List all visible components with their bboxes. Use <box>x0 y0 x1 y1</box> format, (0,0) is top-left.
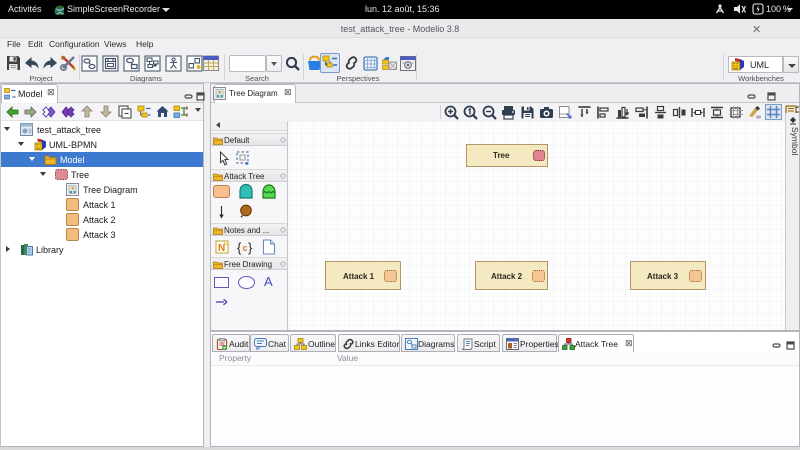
svg-text:{: { <box>237 240 242 255</box>
svg-text:c: c <box>243 243 248 253</box>
svg-text:N: N <box>218 243 225 254</box>
svg-text:}: } <box>248 240 253 255</box>
